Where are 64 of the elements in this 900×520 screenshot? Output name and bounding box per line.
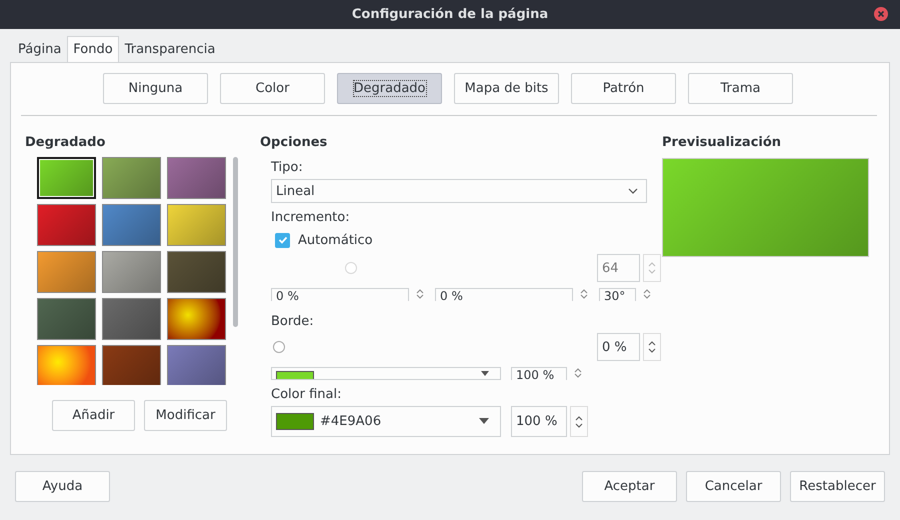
gradient-swatch[interactable]: [37, 204, 96, 246]
gradient-swatch[interactable]: [37, 251, 96, 293]
steps-field[interactable]: 64: [597, 254, 640, 282]
gradient-swatch[interactable]: [37, 345, 96, 385]
gradient-button[interactable]: Añadir: [52, 400, 135, 431]
fill-type-button[interactable]: Patrón: [571, 73, 676, 104]
section-heading: Opciones: [260, 135, 328, 152]
angle-field[interactable]: 30°: [599, 288, 636, 301]
check-icon: [278, 235, 288, 245]
dialog-button[interactable]: Aceptar: [582, 471, 677, 502]
tab[interactable]: Página: [12, 36, 68, 62]
border-label: Borde:: [270, 314, 315, 330]
gradient-swatch[interactable]: [102, 157, 161, 199]
gradient-swatch[interactable]: [37, 298, 96, 340]
gradient-swatch[interactable]: [167, 345, 226, 385]
radio-button[interactable]: [273, 341, 285, 353]
help-button[interactable]: Ayuda: [15, 471, 110, 502]
gradient-swatch[interactable]: [102, 298, 161, 340]
window-title: Configuración de la página: [352, 7, 548, 22]
chevron-icon: [628, 188, 638, 194]
gradient-swatch[interactable]: [167, 298, 226, 340]
gradient-swatch[interactable]: [167, 157, 226, 199]
gradient-swatch[interactable]: [167, 251, 226, 293]
gradient-swatch[interactable]: [102, 345, 161, 385]
center-x-field[interactable]: 0 %: [271, 288, 409, 301]
end-color-label: Color final:: [270, 387, 342, 403]
checkbox[interactable]: [275, 232, 290, 248]
spin-arrows-icon[interactable]: [416, 289, 424, 299]
start-opacity-field[interactable]: 100 %: [511, 367, 567, 380]
dialog-button[interactable]: Cancelar: [686, 471, 781, 502]
fill-type-button[interactable]: Ninguna: [103, 73, 208, 104]
gradient-swatch[interactable]: [102, 251, 161, 293]
border-field[interactable]: 0 %: [597, 333, 640, 361]
spin-arrows-icon[interactable]: [648, 340, 656, 354]
checkbox-label: Automático: [298, 232, 373, 248]
fill-type-button[interactable]: Trama: [688, 73, 793, 104]
section-heading: Previsualización: [662, 135, 782, 152]
spin-arrows-icon[interactable]: [580, 289, 588, 299]
end-color-dropdown[interactable]: #4E9A06: [271, 406, 501, 437]
end-opacity-field[interactable]: 100 %: [511, 406, 567, 437]
type-label: Tipo:: [270, 160, 304, 176]
type-dropdown[interactable]: Lineal: [271, 179, 647, 203]
gradient-swatch[interactable]: [37, 157, 96, 199]
fill-type-button[interactable]: Degradado: [337, 73, 442, 104]
gradient-swatch[interactable]: [167, 204, 226, 246]
section-heading: Degradado: [25, 135, 106, 152]
fill-type-button[interactable]: Color: [220, 73, 325, 104]
tab[interactable]: Transparencia: [118, 36, 222, 62]
fill-type-button[interactable]: Mapa de bits: [454, 73, 559, 104]
dropdown-arrow-icon: [480, 371, 490, 377]
spin-arrows-icon[interactable]: [575, 415, 583, 429]
scrollbar[interactable]: [233, 157, 238, 327]
spin-arrows-icon[interactable]: [643, 289, 651, 299]
increment-label: Incremento:: [270, 210, 351, 226]
tab[interactable]: Fondo: [67, 36, 119, 62]
close-icon[interactable]: [874, 7, 888, 21]
spin-arrows-icon[interactable]: [574, 368, 582, 378]
dropdown-arrow-icon: [478, 418, 490, 425]
dialog-button[interactable]: Restablecer: [790, 471, 885, 502]
color-swatch: [276, 413, 314, 430]
start-color-dropdown[interactable]: [271, 367, 501, 380]
gradient-button[interactable]: Modificar: [144, 400, 227, 431]
gradient-swatch[interactable]: [102, 204, 161, 246]
center-y-field[interactable]: 0 %: [435, 288, 573, 301]
